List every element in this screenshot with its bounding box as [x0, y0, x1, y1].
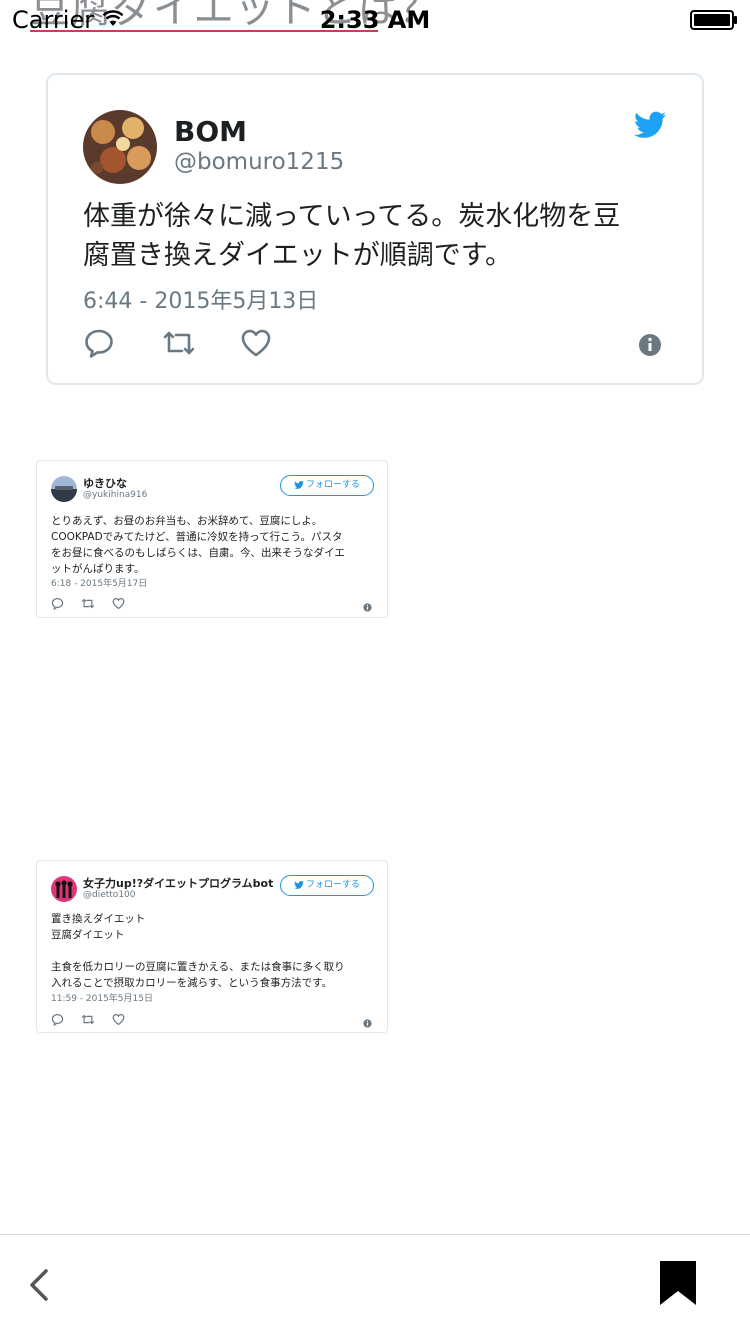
reply-icon[interactable] — [51, 595, 64, 614]
tweet-actions — [83, 327, 673, 363]
info-icon[interactable] — [638, 333, 662, 361]
tweet-card[interactable]: BOM @bomuro1215 体重が徐々に減っていってる。炭水化物を豆 腐置き… — [46, 73, 704, 385]
reply-icon[interactable] — [51, 1011, 64, 1030]
tweet-text-line: とりあえず、お昼のお弁当も、お米辞めて、豆腐にしよ。 — [51, 515, 323, 527]
tweet-date[interactable]: 11:59 - 2015年5月15日 — [51, 991, 153, 1004]
tweet-actions — [51, 1011, 377, 1028]
tweet-text-line: ットがんばります。 — [51, 563, 145, 575]
tweet-text: 体重が徐々に減っていってる。炭水化物を豆 腐置き換えダイエットが順調です。 — [83, 197, 673, 275]
chevron-left-icon[interactable] — [24, 1265, 56, 1305]
avatar[interactable] — [51, 876, 77, 902]
tweet-text-line: 腐置き換えダイエットが順調です。 — [83, 240, 513, 271]
author-handle[interactable]: @dietto100 — [83, 890, 136, 900]
tweet-text-line: 体重が徐々に減っていってる。炭水化物を豆 — [83, 201, 621, 232]
tweet-text-line: 主食を低カロリーの豆腐に置きかえる、または食事に多く取り — [51, 961, 345, 973]
bookmark-icon[interactable] — [656, 1259, 700, 1307]
info-icon[interactable] — [363, 1013, 372, 1032]
retweet-icon[interactable] — [161, 327, 197, 363]
tweet-text: 置き換えダイエット 豆腐ダイエット 主食を低カロリーの豆腐に置きかえる、または食… — [51, 911, 377, 991]
tweet-text-line: 入れることで摂取カロリーを減らす、という食事方法です。 — [51, 977, 333, 989]
tweet-text-line: 豆腐ダイエット — [51, 929, 125, 941]
retweet-icon[interactable] — [81, 1011, 95, 1030]
tweet-text-line: COOKPADでみてたけど、普通に冷奴を持って行こう。パスタ — [51, 531, 343, 543]
tweet-text-line: 置き換えダイエット — [51, 913, 146, 925]
author-handle[interactable]: @bomuro1215 — [174, 149, 344, 175]
like-icon[interactable] — [240, 327, 272, 363]
bottom-toolbar — [0, 1234, 750, 1334]
battery-icon — [690, 10, 738, 34]
embedded-tweet-card[interactable]: 女子力up!?ダイエットプログラムbot @dietto100 フォローする 置… — [36, 860, 388, 1033]
info-icon[interactable] — [363, 597, 372, 616]
tweet-text-line — [51, 943, 377, 959]
author-handle[interactable]: @yukihina916 — [83, 490, 147, 500]
author-name[interactable]: ゆきひな — [83, 475, 127, 491]
retweet-icon[interactable] — [81, 595, 95, 614]
tweet-text: とりあえず、お昼のお弁当も、お米辞めて、豆腐にしよ。 COOKPADでみてたけど… — [51, 513, 377, 577]
follow-button[interactable]: フォローする — [280, 475, 374, 496]
twitter-bird-icon[interactable] — [634, 111, 666, 143]
avatar[interactable] — [51, 476, 77, 502]
follow-button[interactable]: フォローする — [280, 875, 374, 896]
status-time: 2:33 AM — [319, 6, 431, 34]
embedded-tweet-card[interactable]: ゆきひな @yukihina916 フォローする とりあえず、お昼のお弁当も、お… — [36, 460, 388, 618]
reply-icon[interactable] — [83, 327, 115, 363]
like-icon[interactable] — [112, 1011, 125, 1030]
tweet-text-line: をお昼に食べるのもしばらくは、自粛。今、出来そうなダイエ — [51, 547, 345, 559]
follow-label: フォローする — [305, 880, 360, 890]
like-icon[interactable] — [112, 595, 125, 614]
tweet-actions — [51, 595, 377, 612]
status-bar: Carrier 2:33 AM — [0, 0, 750, 40]
avatar[interactable] — [83, 110, 157, 184]
follow-label: フォローする — [305, 480, 360, 490]
author-name[interactable]: 女子力up!?ダイエットプログラムbot — [83, 875, 273, 891]
tweet-date[interactable]: 6:44 - 2015年5月13日 — [83, 283, 318, 315]
tweet-date[interactable]: 6:18 - 2015年5月17日 — [51, 576, 147, 589]
author-name[interactable]: BOM — [174, 115, 247, 148]
